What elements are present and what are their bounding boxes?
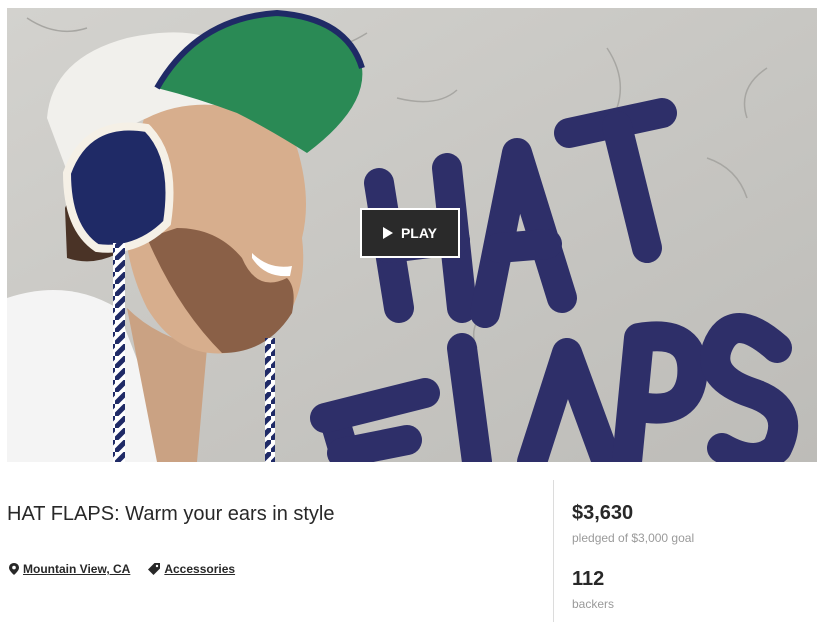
stats-divider <box>553 480 554 622</box>
project-video[interactable]: PLAY <box>7 8 817 462</box>
play-button[interactable]: PLAY <box>360 208 460 258</box>
project-page: PLAY HAT FLAPS: Warm your ears in style … <box>0 0 824 622</box>
pledged-goal-label: pledged of $3,000 goal <box>572 531 695 545</box>
project-title: HAT FLAPS: Warm your ears in style <box>7 503 335 525</box>
location-label: Mountain View, CA <box>23 562 131 576</box>
backers-count: 112 <box>572 568 605 590</box>
play-label: PLAY <box>400 225 438 241</box>
project-meta: Mountain View, CA Accessories <box>9 562 235 576</box>
category-label: Accessories <box>164 562 236 576</box>
tag-icon <box>148 563 161 575</box>
location-link[interactable]: Mountain View, CA <box>9 562 130 576</box>
play-icon <box>382 227 393 239</box>
backers-label: backers <box>572 597 615 611</box>
map-pin-icon <box>9 563 19 575</box>
pledged-amount: $3,630 <box>572 502 634 524</box>
category-link[interactable]: Accessories <box>148 562 235 576</box>
